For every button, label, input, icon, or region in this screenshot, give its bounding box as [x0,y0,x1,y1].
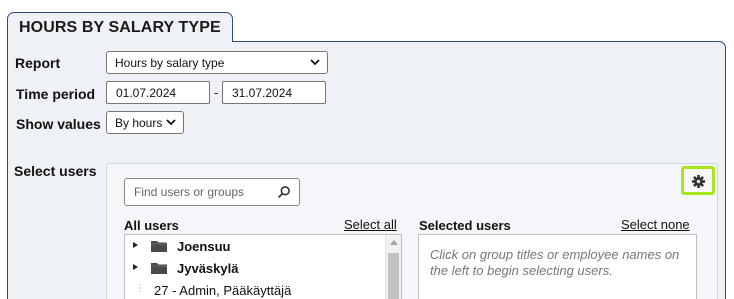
time-period-label: Time period [16,86,96,102]
scroll-thumb[interactable] [388,253,399,299]
gear-icon [692,175,705,188]
caret-right-icon[interactable] [133,264,138,270]
select-users-label: Select users [14,163,97,179]
settings-button[interactable] [681,166,715,195]
scroll-up-icon[interactable] [390,240,398,245]
show-values-select[interactable]: By hours [106,111,184,134]
folder-icon [151,241,167,252]
page-title: HOURS BY SALARY TYPE [19,19,221,36]
search-icon [277,186,290,199]
tab-hours-by-salary-type[interactable]: HOURS BY SALARY TYPE [7,12,233,42]
selected-users-heading: Selected users [419,218,511,233]
date-to-value: 31.07.2024 [232,86,293,100]
group-row-joensuu[interactable]: Joensuu [125,236,387,256]
scrollbar[interactable] [385,235,401,299]
chevron-down-icon [166,119,176,126]
show-values-select-value: By hours [115,116,163,130]
group-row-jyvaskyla[interactable]: Jyväskylä [125,258,387,278]
user-name: 27 - Admin, Pääkäyttäjä [154,283,292,298]
date-separator: - [214,85,219,100]
selected-users-hint: Click on group titles or employee names … [430,247,680,278]
show-values-label: Show values [16,116,101,132]
date-from-input[interactable]: 01.07.2024 [106,81,210,104]
date-from-value: 01.07.2024 [116,86,177,100]
chevron-down-icon [310,59,320,66]
report-select[interactable]: Hours by salary type [106,51,328,74]
folder-icon [151,263,167,274]
search-placeholder: Find users or groups [134,185,245,199]
report-label: Report [15,55,61,71]
all-users-list: Joensuu Jyväskylä ⋮ 27 - Admin, Pääkäytt… [124,234,402,299]
caret-right-icon[interactable] [133,242,138,248]
report-select-value: Hours by salary type [115,56,225,70]
user-row[interactable]: ⋮ 27 - Admin, Pääkäyttäjä [125,280,387,299]
tree-dot: ⋮ [135,283,145,294]
selected-users-list: Click on group titles or employee names … [418,234,697,299]
select-none-link[interactable]: Select none [621,217,690,232]
all-users-heading: All users [124,218,179,233]
group-name: Jyväskylä [177,261,239,276]
select-all-link[interactable]: Select all [344,217,397,232]
search-input[interactable]: Find users or groups [124,178,300,206]
date-to-input[interactable]: 31.07.2024 [222,81,326,104]
group-name: Joensuu [177,239,231,254]
